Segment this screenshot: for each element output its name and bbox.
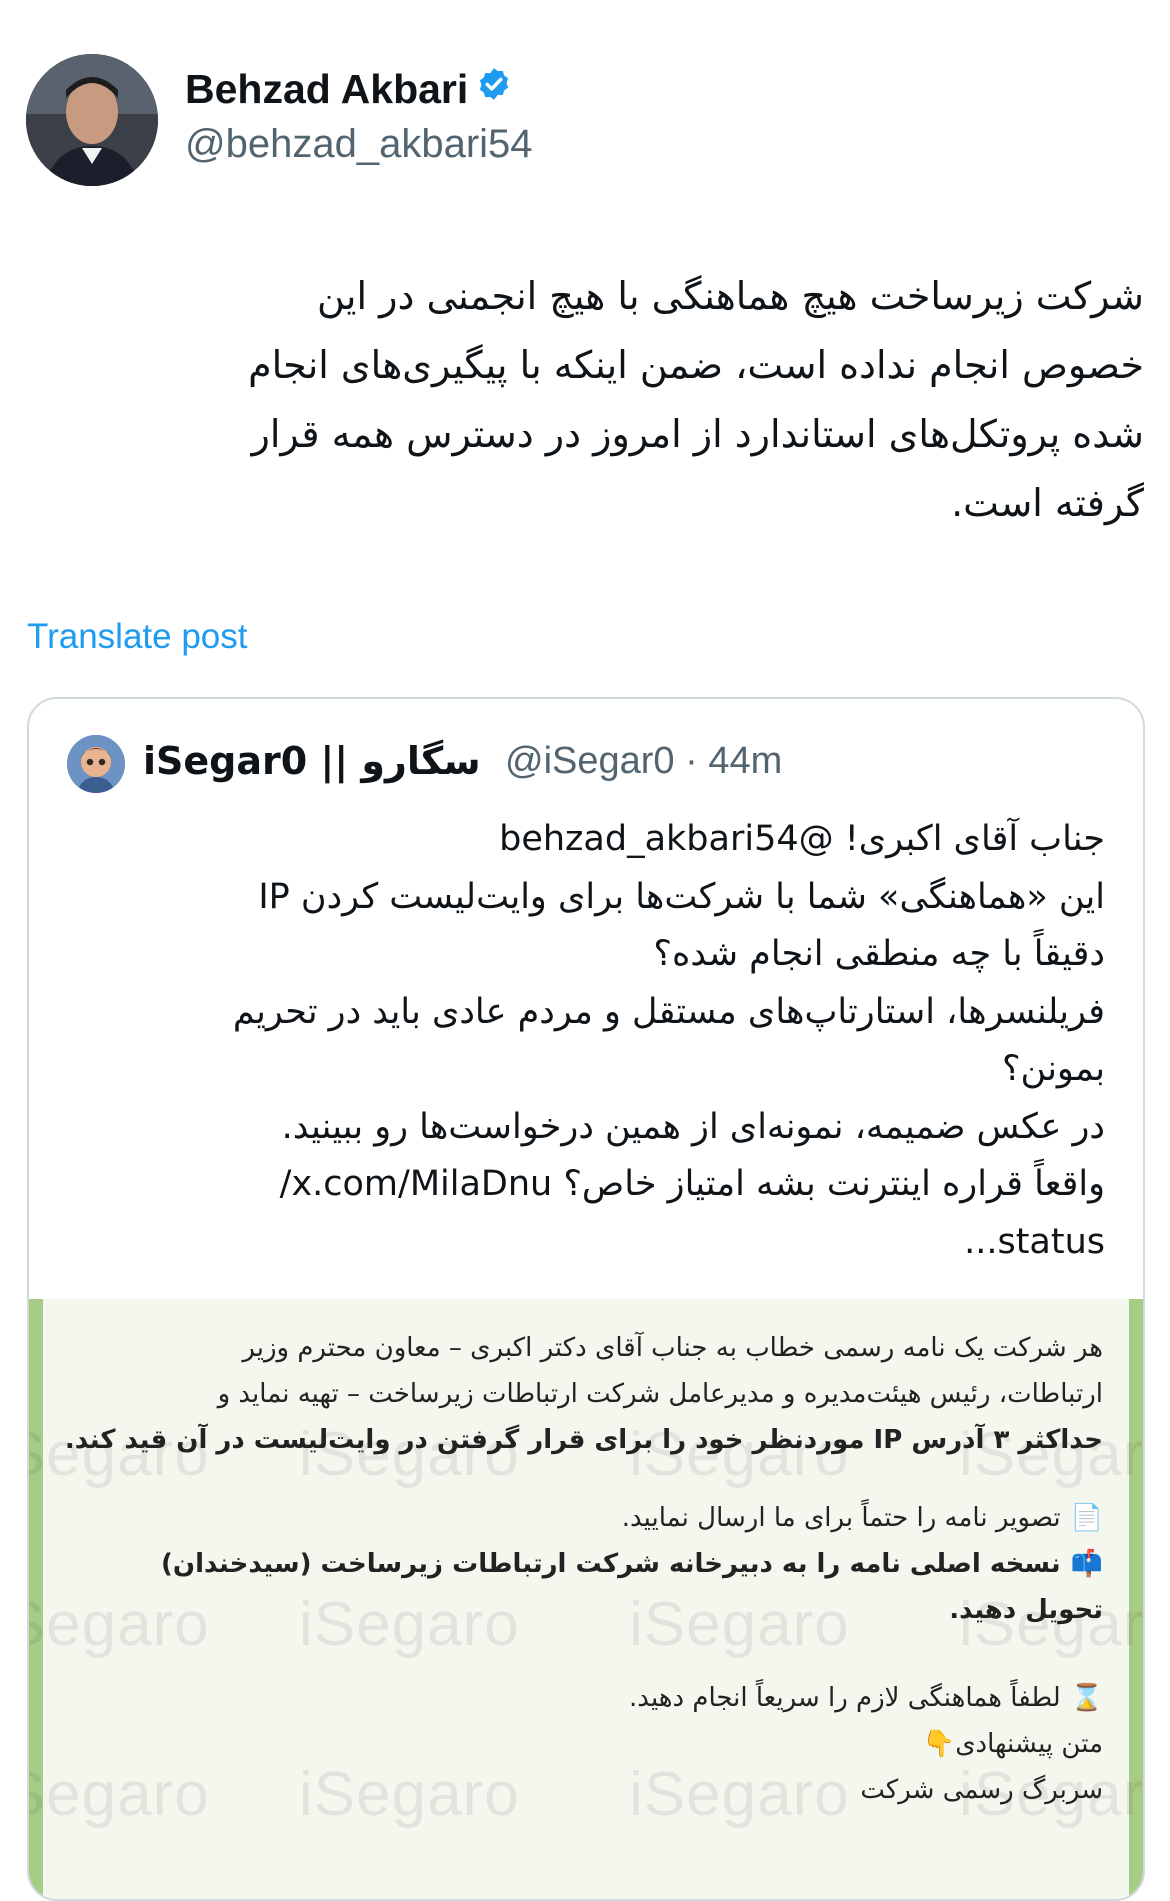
quoted-post[interactable]: iSegar0 || سگارو @iSegar0 · 44m جناب آقا… [27,697,1145,1901]
image-text-line: نسخه اصلی نامه را به دبیرخانه شرکت ارتبا… [161,1549,1061,1579]
quoted-post-text: جناب آقای اکبری! @behzad_akbari54 این «ه… [59,811,1105,1271]
post-text-line: گرفته است. [951,481,1144,525]
document-icon: 📄 [1070,1503,1103,1533]
post-text-line: شرکت زیرساخت هیچ هماهنگی با هیچ انجمنی د… [316,274,1144,318]
quoted-author-name[interactable]: iSegar0 || سگارو [143,739,481,783]
quoted-author-meta: @iSegar0 · 44m [505,740,782,783]
image-text-line: تحویل دهید. [949,1595,1103,1625]
quoted-text-line: واقعاً قراره اینترنت بشه امتیاز خاص؟ x.c… [279,1164,1105,1204]
quoted-text-line: در عکس ضمیمه، نمونه‌ای از همین درخواست‌ه… [281,1106,1105,1147]
hourglass-icon: ⌛ [1070,1683,1103,1713]
quoted-text-line: جناب آقای اکبری! @behzad_akbari54 [499,819,1105,859]
author-handle[interactable]: @behzad_akbari54 [185,122,533,167]
quoted-text-line: بمونن؟ [1001,1049,1105,1089]
quoted-text-line: این «هماهنگی» شما با شرکت‌ها برای وایت‌ل… [258,876,1105,917]
quoted-text-line: فریلنسرها، استارتاپ‌های مستقل و مردم عاد… [232,991,1105,1032]
author-avatar[interactable] [26,54,158,186]
image-paragraph-2: 📄 تصویر نامه را حتماً برای ما ارسال نمایی… [89,1495,1103,1633]
quoted-post-header: iSegar0 || سگارو @iSegar0 · 44m [67,735,1107,795]
image-text-line: لطفاً هماهنگی لازم را سریعاً انجام دهید. [629,1683,1061,1713]
quoted-text-line: دقیقاً با چه منطقی انجام شده؟ [653,934,1105,974]
author-display-name[interactable]: Behzad Akbari [185,66,512,116]
quoted-post-time[interactable]: 44m [708,740,782,782]
translate-post-link[interactable]: Translate post [27,617,247,657]
post-text-line: شده پروتکل‌های استاندارد از امروز در دست… [251,412,1144,456]
verified-badge-icon [476,65,512,112]
image-paragraph-1: هر شرکت یک نامه رسمی خطاب به جناب آقای د… [64,1325,1103,1463]
quoted-text-line: status... [964,1221,1105,1262]
image-text-line: هر شرکت یک نامه رسمی خطاب به جناب آقای د… [242,1333,1103,1363]
mailbox-icon: 📫 [1070,1549,1103,1579]
image-text-line: سربرگ رسمی شرکت [860,1775,1103,1805]
pointing-hand-icon: 👇 [922,1729,956,1759]
quoted-author-avatar[interactable] [67,735,125,793]
image-text-line: متن پیشنهادی [955,1729,1103,1759]
quoted-post-image[interactable]: iSegaro iSegaro iSegaro iSegaro iSegaro … [29,1299,1143,1899]
meta-separator: · [685,740,698,782]
quoted-author-handle[interactable]: @iSegar0 [505,740,675,782]
image-paragraph-3: ⌛ لطفاً هماهنگی لازم را سریعاً انجام دهید… [89,1675,1103,1813]
post-text-line: خصوص انجام نداده است، ضمن اینکه با پیگیر… [248,343,1144,387]
image-text-line: تصویر نامه را حتماً برای ما ارسال نمایید… [621,1503,1061,1533]
post-text: شرکت زیرساخت هیچ هماهنگی با هیچ انجمنی د… [26,262,1144,538]
post-author: Behzad Akbari @behzad_akbari54 [26,54,1146,194]
image-text-line: حداکثر ۳ آدرس IP موردنظر خود را برای قرا… [64,1425,1103,1455]
image-text-line: ارتباطات، رئیس هیئت‌مدیره و مدیرعامل شرک… [217,1379,1103,1409]
